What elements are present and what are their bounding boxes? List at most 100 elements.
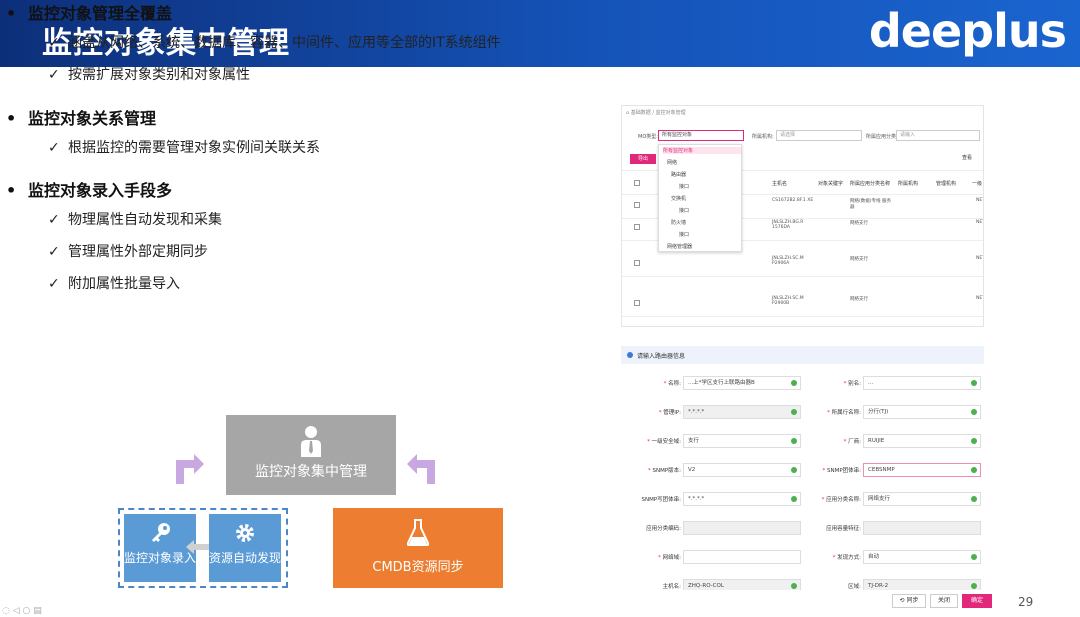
tree-node[interactable]: 网络	[667, 159, 677, 166]
bullet-item: • 监控对象关系管理	[6, 105, 156, 129]
tree-node[interactable]: 网络管理器	[667, 243, 692, 250]
form-label: * SNMP团体串:	[801, 466, 861, 474]
form-label: * 发现方式:	[801, 553, 861, 561]
form-input[interactable]: 分行(TJ)	[863, 405, 981, 419]
valid-check-icon	[791, 380, 797, 386]
up-left-arrow-icon	[407, 454, 435, 484]
tree-node[interactable]: 接口	[679, 231, 689, 238]
form-input[interactable]: *.*.*.*	[683, 492, 801, 506]
table-cell-key: JNLSLZH.SC.M P2906A	[772, 256, 804, 266]
form-input-value: ...上*学区支行上联路由器B	[688, 380, 755, 386]
table-cell-type: NETW	[976, 256, 983, 261]
table-cell-org: 网络支行	[850, 297, 868, 302]
form-label: * 所属行名称:	[801, 408, 861, 416]
row-checkbox[interactable]	[634, 300, 640, 306]
header-checkbox[interactable]	[634, 180, 640, 186]
check-icon: ✓	[48, 67, 60, 83]
form-input-value: *.*.*.*	[688, 496, 705, 502]
form-input[interactable]: *.*.*.*	[683, 405, 801, 419]
valid-check-icon	[971, 467, 977, 473]
app-input[interactable]: 请输入	[896, 130, 980, 141]
valid-check-icon	[971, 496, 977, 502]
toolbar-icons: ◌ ◁ ○ ▤	[2, 606, 42, 616]
table-cell-key: JNLSLZH.SC.M P2900B	[772, 296, 804, 306]
row-checkbox[interactable]	[634, 260, 640, 266]
valid-check-icon	[791, 467, 797, 473]
view-button[interactable]: 查看	[956, 154, 978, 164]
check-icon: ✓	[48, 212, 60, 228]
check-icon: ✓	[48, 35, 60, 51]
cmdb-box: CMDB资源同步	[333, 508, 503, 588]
form-label-text: 别名	[848, 381, 860, 387]
row-divider	[622, 276, 983, 277]
bullet-dot: •	[6, 109, 17, 128]
form-label: * SNMP版本:	[621, 466, 681, 474]
tree-node[interactable]: 接口	[679, 207, 689, 214]
cmdb-label: CMDB资源同步	[372, 560, 464, 575]
form-input[interactable]: RUIJIE	[863, 434, 981, 448]
row-checkbox[interactable]	[634, 224, 640, 230]
form-label-text: 主机名	[662, 584, 680, 590]
form-input-value: *.*.*.*	[688, 409, 705, 415]
form-label-colon: :	[679, 526, 681, 532]
up-right-arrow-icon	[176, 454, 204, 484]
export-button[interactable]: 导出	[630, 154, 656, 164]
form-label-text: 应用分类编码	[646, 526, 680, 532]
org-select[interactable]: 请选择	[776, 130, 862, 141]
form-input[interactable]: CEBSNMP	[863, 463, 981, 477]
section-title: 请输入路由器信息	[637, 353, 686, 360]
form-label: * 网络域:	[621, 553, 681, 561]
form-label-colon: :	[859, 381, 861, 387]
form-label-text: 网络域	[662, 555, 680, 561]
form-label-text: SNMP团体串	[826, 468, 860, 474]
form-input[interactable]	[683, 521, 801, 535]
ok-button[interactable]: 确定	[962, 594, 992, 608]
sub-bullet-text: 管理属性外部定期同步	[68, 244, 208, 260]
info-icon	[627, 352, 633, 358]
form-label-text: SNMP写团体串	[641, 497, 680, 503]
form-label-colon: :	[679, 439, 681, 445]
form-input[interactable]: ZHQ-RO-COL	[683, 579, 801, 590]
valid-check-icon	[791, 409, 797, 415]
check-icon: ✓	[48, 276, 60, 292]
tree-node[interactable]: 交换机	[671, 195, 686, 202]
tree-node[interactable]: 所有监控对象	[663, 147, 741, 154]
form-input[interactable]: 支行	[683, 434, 801, 448]
table-cell-key: JNLSLZH.BG.R 1576DA	[772, 220, 804, 230]
bullet-dot: •	[6, 181, 17, 200]
bullet-text: 监控对象录入手段多	[28, 181, 173, 200]
form-input[interactable]	[863, 521, 981, 535]
valid-check-icon	[971, 380, 977, 386]
form-label-colon: :	[859, 468, 861, 474]
form-input[interactable]: TJ-DR-2	[863, 579, 981, 590]
mo-type-dropdown[interactable]: 所有监控对象 网络 路由器 接口 交换机 接口 防火墙 接口 网络管理器	[658, 144, 742, 252]
close-button[interactable]: 关闭	[930, 594, 958, 608]
form-input[interactable]: ...	[863, 376, 981, 390]
form-input[interactable]: 网络支行	[863, 492, 981, 506]
form-label-colon: :	[859, 555, 861, 561]
form-input[interactable]	[683, 550, 801, 564]
page-number: 29	[1018, 595, 1034, 609]
bullet-text: 监控对象管理全覆盖	[28, 4, 173, 23]
form-input-value: V2	[688, 467, 696, 473]
mo-type-select[interactable]: 所有监控对象	[658, 130, 744, 141]
tree-node[interactable]: 接口	[679, 183, 689, 190]
app-label: 所属应用分类:	[866, 134, 898, 140]
form-label-text: 发现方式	[837, 555, 860, 561]
table-cell-org: 网络支行	[850, 257, 868, 262]
valid-check-icon	[791, 583, 797, 589]
form-label-text: 应用分类名称	[826, 497, 860, 503]
form-input[interactable]: V2	[683, 463, 801, 477]
discover-box: 资源自动发现	[209, 514, 281, 582]
tree-node[interactable]: 路由器	[671, 171, 686, 178]
form-label: * 管理IP:	[621, 408, 681, 416]
tree-node[interactable]: 防火墙	[671, 219, 686, 226]
table-cell-org: 网络(数据)专线 服务器	[850, 199, 891, 210]
form-label: 主机名:	[621, 582, 681, 590]
form-input[interactable]: ...上*学区支行上联路由器B	[683, 376, 801, 390]
sync-button[interactable]: ⟲ 同步	[892, 594, 926, 608]
form-label-colon: :	[859, 497, 861, 503]
row-checkbox[interactable]	[634, 202, 640, 208]
form-input[interactable]: 自动	[863, 550, 981, 564]
form-input-value: TJ-DR-2	[868, 583, 889, 589]
